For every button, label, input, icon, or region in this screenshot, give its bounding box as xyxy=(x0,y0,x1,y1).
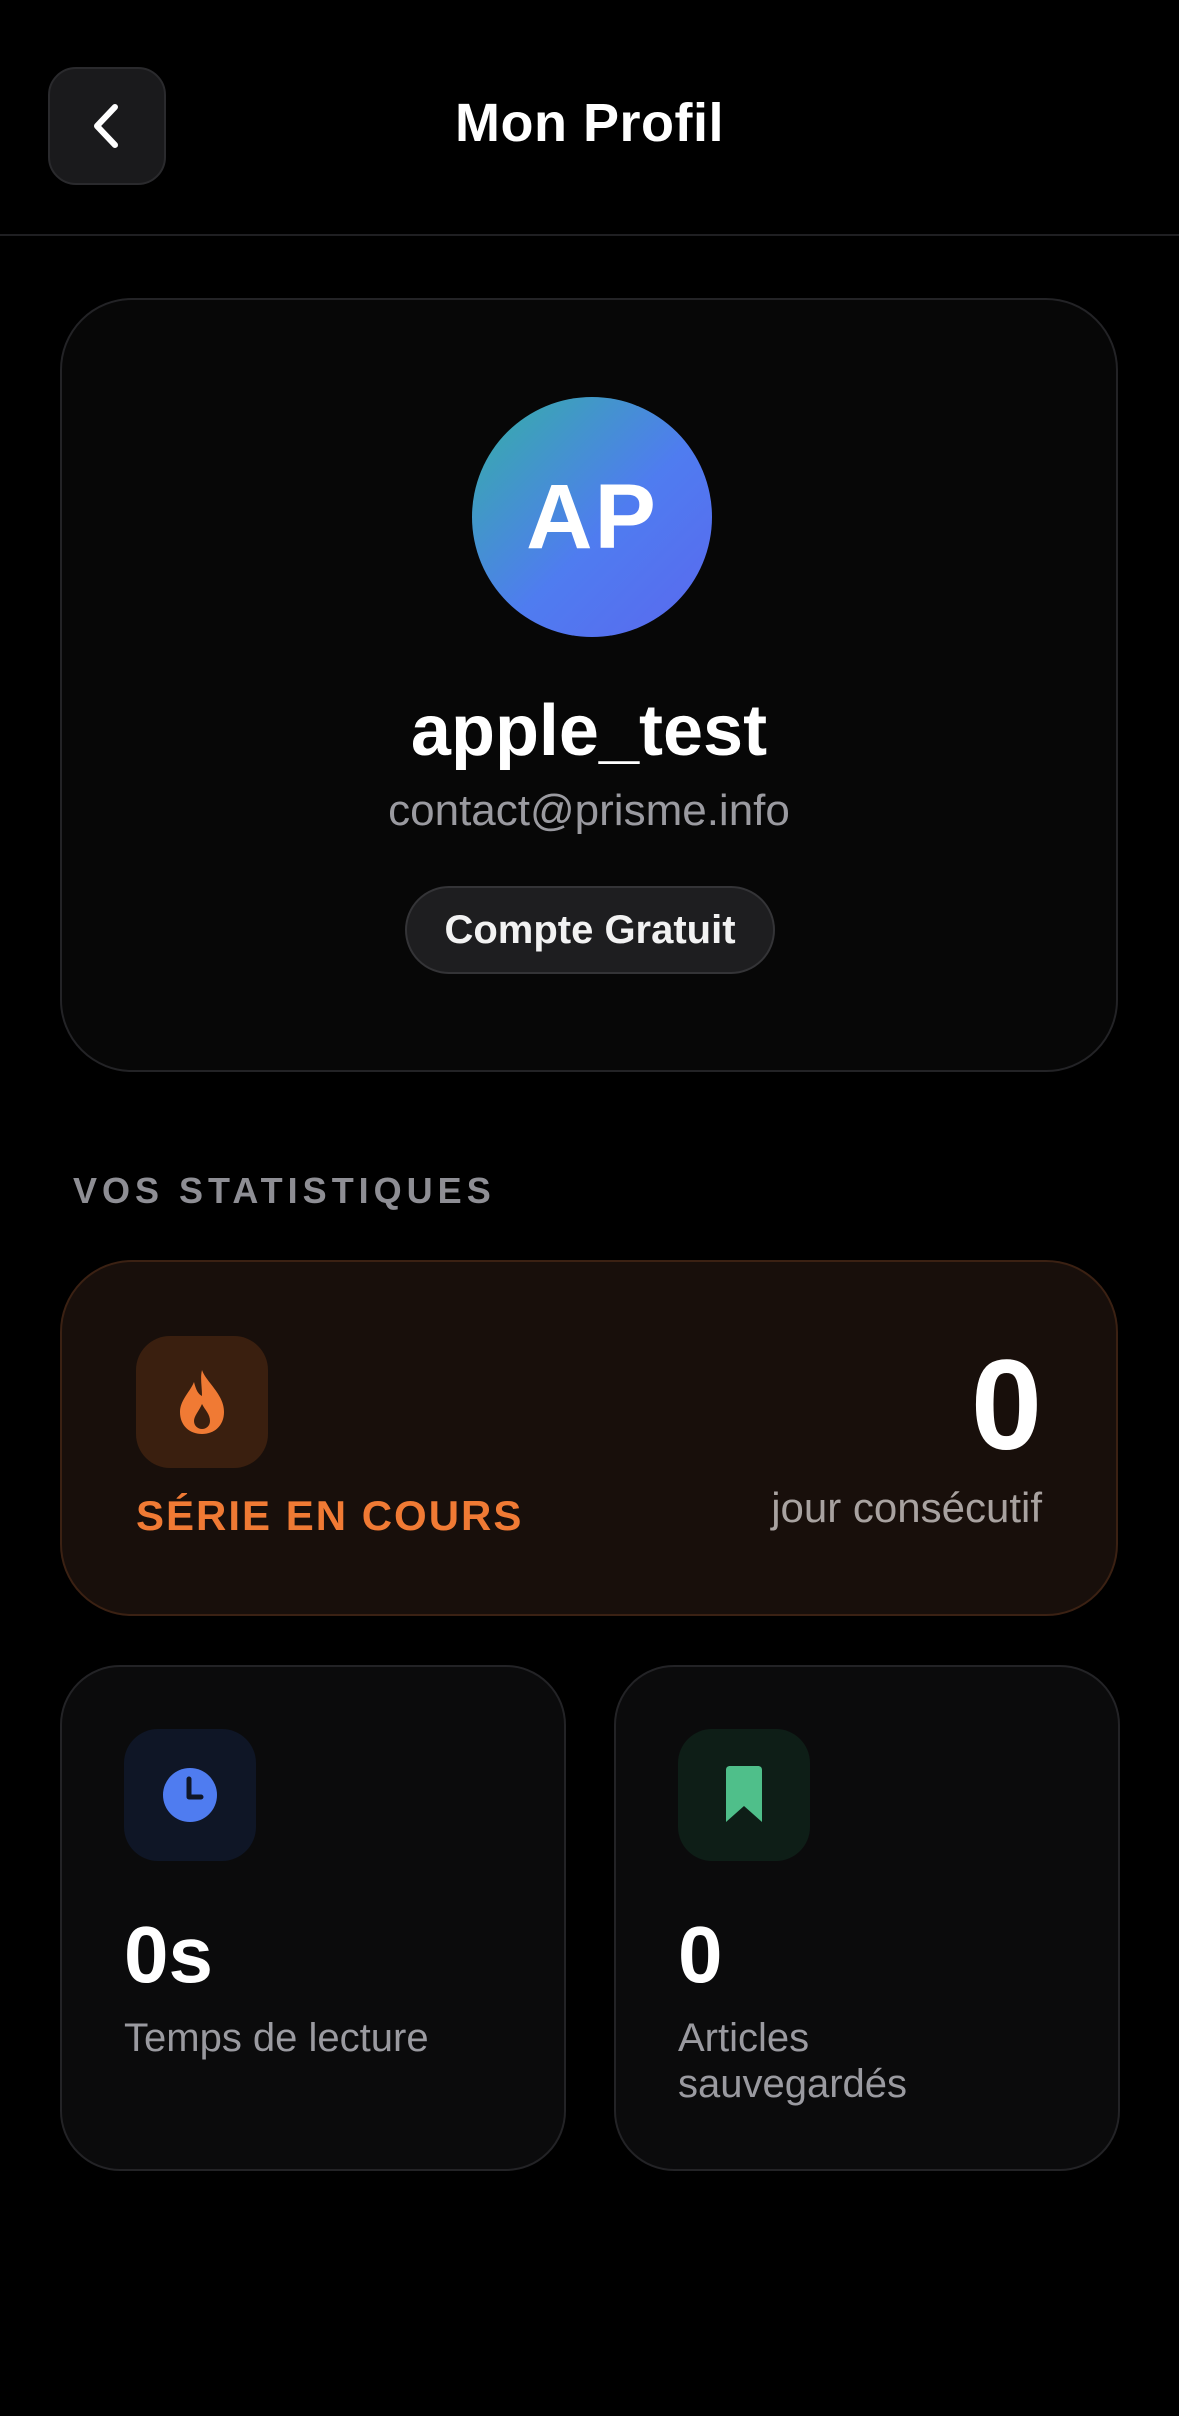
section-title: VOS STATISTIQUES xyxy=(73,1170,496,1211)
header: Mon Profil xyxy=(0,0,1179,236)
reading-time-icon-box xyxy=(124,1729,256,1861)
avatar: AP xyxy=(472,397,712,637)
saved-articles-value: 0 xyxy=(678,1910,723,1999)
saved-articles-label: Articles sauvegardés xyxy=(678,2016,908,2106)
reading-time-value: 0s xyxy=(124,1910,213,1999)
streak-value: 0 xyxy=(970,1334,1042,1477)
streak-card: SÉRIE EN COURS 0 jour consécutif xyxy=(60,1260,1118,1616)
email: contact@prisme.info xyxy=(388,786,790,835)
streak-unit: jour consécutif xyxy=(771,1484,1042,1531)
reading-time-card: 0s Temps de lecture xyxy=(60,1665,566,2171)
saved-articles-card: 0 Articles sauvegardés xyxy=(614,1665,1120,2171)
streak-icon-box xyxy=(136,1336,268,1468)
username: apple_test xyxy=(410,691,768,771)
plan-badge: Compte Gratuit xyxy=(405,886,775,974)
saved-articles-icon-box xyxy=(678,1729,810,1861)
clock-icon xyxy=(163,1768,217,1822)
profile-card: AP apple_test contact@prisme.info Compte… xyxy=(60,298,1118,1072)
bookmark-icon xyxy=(726,1766,762,1822)
reading-time-label: Temps de lecture xyxy=(124,2016,429,2060)
flame-icon xyxy=(180,1370,224,1434)
streak-label: SÉRIE EN COURS xyxy=(136,1492,524,1539)
page-title: Mon Profil xyxy=(455,93,724,153)
